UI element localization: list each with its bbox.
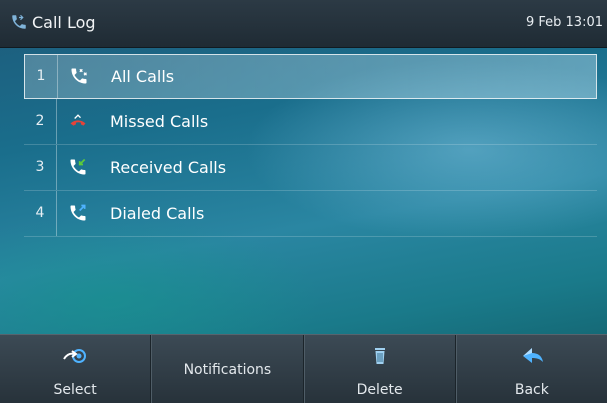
all-calls-icon xyxy=(71,68,87,84)
softkey-label: Select xyxy=(53,382,97,398)
delete-softkey[interactable]: Delete xyxy=(303,335,456,403)
softkey-label: Delete xyxy=(356,382,403,398)
back-arrow-icon xyxy=(522,348,543,363)
item-number: 2 xyxy=(24,99,57,144)
softkey-label: Notifications xyxy=(183,362,272,378)
title-bar: Call Log 9 Feb 13:01 xyxy=(0,0,607,48)
trash-icon xyxy=(374,348,385,364)
notifications-softkey[interactable]: Notifications xyxy=(151,335,304,403)
call-log-menu: 1 All Calls 2 Missed Calls 3 Received Ca… xyxy=(24,54,597,237)
softkey-bar: Select Notifications Delete Back xyxy=(0,334,607,403)
item-label: Dialed Calls xyxy=(110,204,205,223)
select-softkey[interactable]: Select xyxy=(0,335,152,403)
received-calls-icon xyxy=(70,158,86,175)
page-title: Call Log xyxy=(32,13,96,32)
menu-item-missed-calls[interactable]: 2 Missed Calls xyxy=(24,99,597,145)
softkey-label: Back xyxy=(514,382,549,398)
item-label: Missed Calls xyxy=(110,112,209,131)
call-log-screen: Call Log 9 Feb 13:01 1 All Calls 2 Misse… xyxy=(0,0,607,403)
menu-item-dialed-calls[interactable]: 4 Dialed Calls xyxy=(24,191,597,237)
back-softkey[interactable]: Back xyxy=(455,335,607,403)
menu-item-received-calls[interactable]: 3 Received Calls xyxy=(24,145,597,191)
phone-handset-icon xyxy=(12,14,26,29)
item-number: 3 xyxy=(24,145,57,190)
select-arrow-icon xyxy=(63,349,87,363)
item-number: 4 xyxy=(24,191,57,236)
date-time: 9 Feb 13:01 xyxy=(525,15,603,30)
dialed-calls-icon xyxy=(70,204,86,221)
item-label: Received Calls xyxy=(110,158,227,177)
missed-calls-icon xyxy=(70,114,86,126)
item-number: 1 xyxy=(25,55,58,98)
item-label: All Calls xyxy=(111,67,175,86)
menu-item-all-calls[interactable]: 1 All Calls xyxy=(24,54,597,99)
